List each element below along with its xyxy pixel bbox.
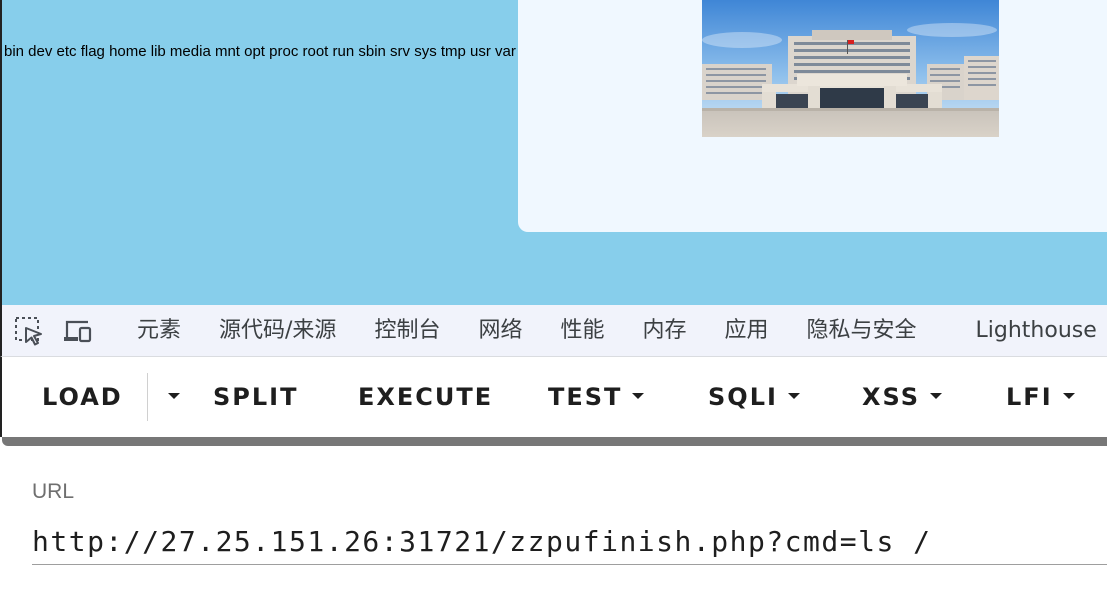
chevron-down-icon — [632, 393, 645, 399]
url-panel: URL — [0, 446, 1107, 590]
command-output-text: bin dev etc flag home lib media mnt opt … — [4, 43, 516, 60]
sqli-menu-button[interactable]: SQLI — [708, 357, 800, 437]
chevron-down-icon — [1062, 393, 1075, 399]
hackbar-toolbar: LOAD SPLIT EXECUTE TEST SQLI XSS LFI — [0, 357, 1107, 437]
tab-lighthouse[interactable]: Lighthouse — [936, 305, 1107, 356]
load-dropdown-button[interactable] — [158, 357, 180, 437]
browser-window: bin dev etc flag home lib media mnt opt … — [0, 0, 1107, 590]
load-button[interactable]: LOAD — [42, 357, 123, 437]
select-element-icon[interactable] — [14, 314, 44, 348]
tab-privacy-security[interactable]: 隐私与安全 — [788, 305, 936, 356]
chevron-down-icon — [930, 393, 942, 399]
test-menu-button[interactable]: TEST — [548, 357, 645, 437]
devtools-tab-bar: 元素 源代码/来源 控制台 网络 性能 内存 应用 隐私与安全 Lighthou… — [0, 305, 1107, 357]
tab-application[interactable]: 应用 — [706, 305, 788, 356]
lfi-label: LFI — [1006, 383, 1053, 411]
tab-console[interactable]: 控制台 — [355, 305, 459, 356]
chevron-down-icon — [168, 393, 180, 399]
content-card — [518, 0, 1107, 232]
tab-network[interactable]: 网络 — [459, 305, 541, 356]
xss-menu-button[interactable]: XSS — [862, 357, 942, 437]
test-label: TEST — [548, 383, 623, 411]
xss-label: XSS — [862, 383, 920, 411]
sqli-label: SQLI — [708, 383, 778, 411]
building-photo — [702, 0, 999, 137]
chevron-down-icon — [787, 393, 800, 399]
toolbar-bottom-bar — [2, 437, 1107, 446]
split-button[interactable]: SPLIT — [213, 357, 298, 437]
tab-sources[interactable]: 源代码/来源 — [200, 305, 355, 356]
device-toolbar-icon[interactable] — [62, 314, 94, 348]
execute-button[interactable]: EXECUTE — [358, 357, 493, 437]
url-label: URL — [32, 480, 75, 503]
lfi-menu-button[interactable]: LFI — [1006, 357, 1075, 437]
tab-performance[interactable]: 性能 — [541, 305, 623, 356]
web-page-viewport: bin dev etc flag home lib media mnt opt … — [0, 0, 1107, 305]
url-input[interactable] — [32, 518, 1107, 565]
tab-elements[interactable]: 元素 — [118, 305, 200, 356]
load-divider — [147, 373, 148, 421]
tab-memory[interactable]: 内存 — [623, 305, 705, 356]
